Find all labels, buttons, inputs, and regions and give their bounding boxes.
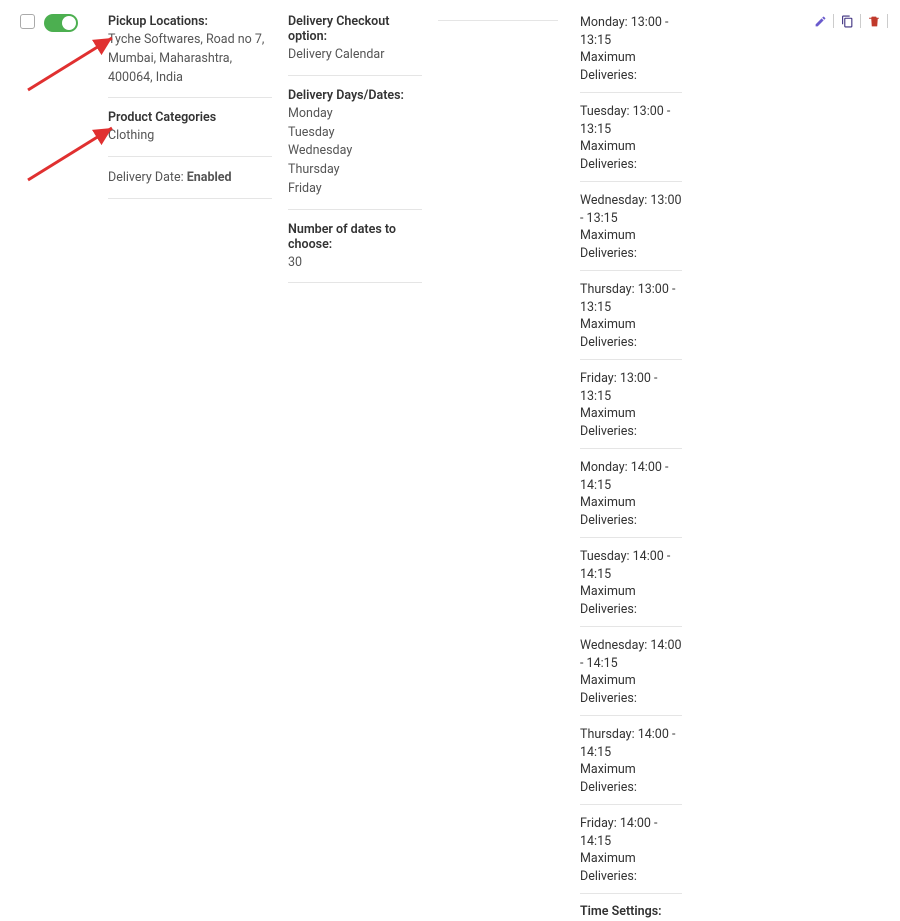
col-delivery-options: Delivery Checkout option: Delivery Calen… [280, 14, 430, 295]
time-slot-range: Tuesday: 14:00 - 14:15 [580, 548, 682, 583]
time-slot-max: Maximum Deliveries: [580, 227, 682, 262]
time-slot-max: Maximum Deliveries: [580, 672, 682, 707]
time-slot: Thursday: 14:00 - 14:15Maximum Deliverie… [580, 726, 682, 805]
action-divider [887, 14, 888, 28]
edit-icon[interactable] [813, 14, 827, 28]
col-time-slots: Monday: 13:00 - 13:15Maximum Deliveries:… [560, 14, 690, 921]
delivery-date-value: Enabled [187, 170, 232, 185]
action-divider [833, 14, 834, 28]
time-slot-range: Tuesday: 13:00 - 13:15 [580, 103, 682, 138]
time-slot: Friday: 14:00 - 14:15Maximum Deliveries: [580, 815, 682, 894]
time-slot-max: Maximum Deliveries: [580, 850, 682, 885]
enable-toggle[interactable] [44, 14, 78, 32]
row-actions [813, 14, 888, 28]
time-slot-range: Friday: 13:00 - 13:15 [580, 370, 682, 405]
delivery-day: Wednesday [288, 142, 422, 161]
time-slot-range: Thursday: 14:00 - 14:15 [580, 726, 682, 761]
time-slot-range: Friday: 14:00 - 14:15 [580, 815, 682, 850]
delivery-day: Monday [288, 105, 422, 124]
time-slot: Monday: 13:00 - 13:15Maximum Deliveries: [580, 14, 682, 93]
checkbox-col [0, 14, 40, 29]
delivery-date-line: Delivery Date: Enabled [108, 169, 272, 188]
time-slot: Thursday: 13:00 - 13:15Maximum Deliverie… [580, 281, 682, 360]
delivery-day: Friday [288, 180, 422, 199]
time-slot-range: Wednesday: 13:00 - 13:15 [580, 192, 682, 227]
row-checkbox[interactable] [20, 14, 35, 29]
time-slot: Wednesday: 14:00 - 14:15Maximum Deliveri… [580, 637, 682, 716]
delivery-day: Tuesday [288, 124, 422, 143]
checkout-option-label: Delivery Checkout option: [288, 14, 422, 44]
num-dates-value: 30 [288, 254, 422, 273]
settings-row: Pickup Locations: Tyche Softwares, Road … [0, 0, 900, 921]
time-slot: Tuesday: 14:00 - 14:15Maximum Deliveries… [580, 548, 682, 627]
time-slot: Tuesday: 13:00 - 13:15Maximum Deliveries… [580, 103, 682, 182]
pickup-locations-value: Tyche Softwares, Road no 7, Mumbai, Maha… [108, 31, 272, 87]
time-slot-max: Maximum Deliveries: [580, 49, 682, 84]
time-slot-range: Wednesday: 14:00 - 14:15 [580, 637, 682, 672]
product-categories-value: Clothing [108, 127, 272, 146]
time-slot-max: Maximum Deliveries: [580, 494, 682, 529]
time-slot: Monday: 14:00 - 14:15Maximum Deliveries: [580, 459, 682, 538]
delivery-days-label: Delivery Days/Dates: [288, 88, 422, 103]
time-settings-label: Time Settings: [580, 904, 682, 919]
checkout-option-value: Delivery Calendar [288, 46, 422, 65]
time-slot-max: Maximum Deliveries: [580, 583, 682, 618]
time-slot-range: Thursday: 13:00 - 13:15 [580, 281, 682, 316]
time-slot-range: Monday: 14:00 - 14:15 [580, 459, 682, 494]
col-spacer [430, 14, 560, 27]
delivery-date-label: Delivery Date: [108, 170, 187, 185]
time-slot-max: Maximum Deliveries: [580, 761, 682, 796]
time-slot-range: Monday: 13:00 - 13:15 [580, 14, 682, 49]
num-dates-label: Number of dates to choose: [288, 222, 422, 252]
pickup-locations-label: Pickup Locations: [108, 14, 272, 29]
toggle-col [40, 14, 100, 32]
time-slot-max: Maximum Deliveries: [580, 405, 682, 440]
product-categories-label: Product Categories [108, 110, 272, 125]
time-slot: Friday: 13:00 - 13:15Maximum Deliveries: [580, 370, 682, 449]
copy-icon[interactable] [840, 14, 854, 28]
delete-icon[interactable] [867, 14, 881, 28]
action-divider [860, 14, 861, 28]
col-pickup: Pickup Locations: Tyche Softwares, Road … [100, 14, 280, 211]
time-slot-max: Maximum Deliveries: [580, 138, 682, 173]
time-slot-max: Maximum Deliveries: [580, 316, 682, 351]
delivery-day: Thursday [288, 161, 422, 180]
time-slot: Wednesday: 13:00 - 13:15Maximum Deliveri… [580, 192, 682, 271]
